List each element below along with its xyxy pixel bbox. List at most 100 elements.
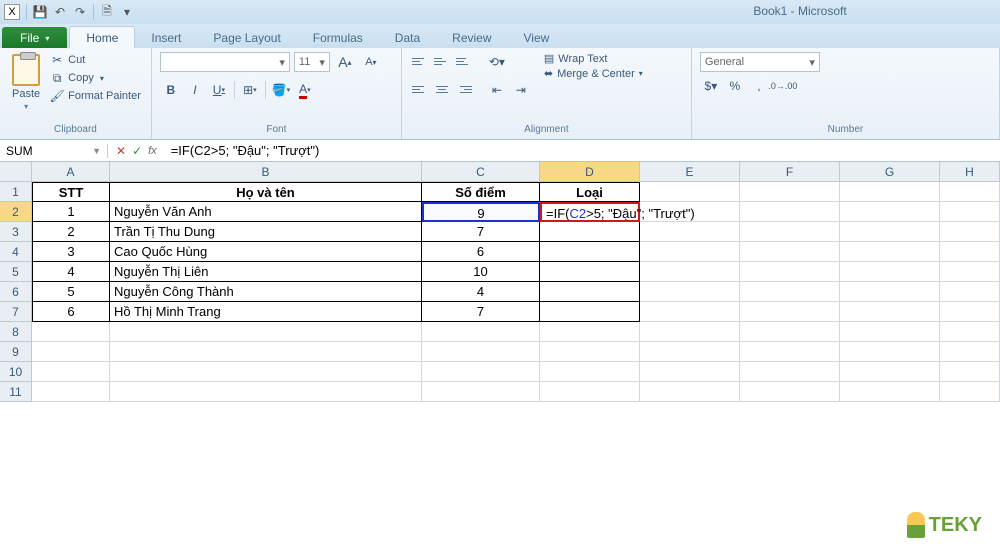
cell[interactable] <box>840 242 940 262</box>
bold-button[interactable]: B <box>160 80 182 100</box>
qat-dropdown-icon[interactable]: ▾ <box>118 3 136 21</box>
cell[interactable] <box>940 362 1000 382</box>
cell[interactable]: 6 <box>32 302 110 322</box>
cell[interactable] <box>840 182 940 202</box>
align-bottom-icon[interactable] <box>454 52 474 70</box>
percent-format-icon[interactable]: % <box>724 76 746 96</box>
cell[interactable]: 4 <box>32 262 110 282</box>
row-header[interactable]: 3 <box>0 222 32 242</box>
cell[interactable] <box>540 302 640 322</box>
cell[interactable] <box>640 362 740 382</box>
decrease-indent-icon[interactable]: ⇤ <box>486 80 508 100</box>
col-header[interactable]: E <box>640 162 740 182</box>
enter-formula-icon[interactable]: ✓ <box>132 144 142 158</box>
align-center-icon[interactable] <box>432 80 452 98</box>
row-header[interactable]: 7 <box>0 302 32 322</box>
save-icon[interactable]: 💾 <box>31 3 49 21</box>
cell[interactable] <box>940 242 1000 262</box>
cell[interactable] <box>640 282 740 302</box>
cell[interactable] <box>840 262 940 282</box>
cell[interactable] <box>940 202 1000 222</box>
row-header[interactable]: 8 <box>0 322 32 342</box>
align-middle-icon[interactable] <box>432 52 452 70</box>
row-header[interactable]: 2 <box>0 202 32 222</box>
number-format-combo[interactable]: General▾ <box>700 52 820 72</box>
cell[interactable] <box>640 382 740 402</box>
cut-button[interactable]: ✂Cut <box>48 52 143 68</box>
name-box[interactable]: ▼ <box>0 144 108 158</box>
cell-referenced[interactable]: 9 <box>422 202 540 222</box>
cell[interactable] <box>422 322 540 342</box>
cell[interactable]: Loại <box>540 182 640 202</box>
cell[interactable]: 6 <box>422 242 540 262</box>
cell[interactable] <box>740 222 840 242</box>
accounting-format-icon[interactable]: $▾ <box>700 76 722 96</box>
format-painter-button[interactable]: 🖌Format Painter <box>48 88 143 104</box>
cell[interactable] <box>740 382 840 402</box>
cell[interactable]: 4 <box>422 282 540 302</box>
cell[interactable] <box>840 302 940 322</box>
cell[interactable] <box>32 322 110 342</box>
cell[interactable]: 2 <box>32 222 110 242</box>
tab-insert[interactable]: Insert <box>135 27 197 48</box>
cell[interactable] <box>640 342 740 362</box>
cell[interactable] <box>840 222 940 242</box>
border-button[interactable]: ⊞▾ <box>239 80 261 100</box>
cell[interactable] <box>640 182 740 202</box>
cell[interactable] <box>940 262 1000 282</box>
tab-formulas[interactable]: Formulas <box>297 27 379 48</box>
undo-icon[interactable]: ↶ <box>51 3 69 21</box>
comma-format-icon[interactable]: , <box>748 76 770 96</box>
cell[interactable] <box>940 382 1000 402</box>
copy-button[interactable]: ⧉Copy▾ <box>48 70 143 86</box>
formula-input[interactable]: =IF(C2>5; "Đậu"; "Trượt") <box>165 143 1000 158</box>
cell[interactable] <box>940 222 1000 242</box>
cell[interactable] <box>940 302 1000 322</box>
cell[interactable] <box>540 342 640 362</box>
tab-data[interactable]: Data <box>379 27 436 48</box>
cell[interactable] <box>540 382 640 402</box>
cell[interactable] <box>740 342 840 362</box>
row-header[interactable]: 10 <box>0 362 32 382</box>
cell[interactable] <box>422 362 540 382</box>
cell[interactable] <box>640 322 740 342</box>
cell[interactable] <box>740 242 840 262</box>
paste-button[interactable]: Paste ▾ <box>8 52 44 124</box>
cell[interactable] <box>540 242 640 262</box>
cell[interactable] <box>110 342 422 362</box>
cell[interactable] <box>540 362 640 382</box>
col-header[interactable]: D <box>540 162 640 182</box>
cell[interactable] <box>840 342 940 362</box>
cell[interactable]: Cao Quốc Hùng <box>110 242 422 262</box>
tab-page-layout[interactable]: Page Layout <box>197 27 296 48</box>
cell[interactable] <box>540 322 640 342</box>
cell[interactable] <box>940 182 1000 202</box>
cell[interactable] <box>740 202 840 222</box>
cell[interactable]: Nguyễn Văn Anh <box>110 202 422 222</box>
fx-icon[interactable]: fx <box>148 145 157 157</box>
select-all-corner[interactable] <box>0 162 32 182</box>
cell[interactable]: 3 <box>32 242 110 262</box>
cell[interactable] <box>422 342 540 362</box>
chevron-down-icon[interactable]: ▼ <box>92 146 101 156</box>
align-left-icon[interactable] <box>410 80 430 98</box>
row-header[interactable]: 9 <box>0 342 32 362</box>
align-top-icon[interactable] <box>410 52 430 70</box>
tab-review[interactable]: Review <box>436 27 507 48</box>
print-preview-icon[interactable]: 🗎 <box>98 3 116 21</box>
cell[interactable]: 7 <box>422 222 540 242</box>
cell[interactable] <box>110 322 422 342</box>
wrap-text-button[interactable]: ▤Wrap Text <box>544 52 643 65</box>
spreadsheet-grid[interactable]: A B C D E F G H 1 2 3 4 5 6 7 8 9 10 11 … <box>0 162 1000 552</box>
cell[interactable]: Họ và tên <box>110 182 422 202</box>
font-name-combo[interactable]: ▾ <box>160 52 290 72</box>
cell[interactable] <box>840 362 940 382</box>
col-header[interactable]: F <box>740 162 840 182</box>
tab-view[interactable]: View <box>508 27 566 48</box>
cell[interactable] <box>32 342 110 362</box>
cell[interactable]: Trần Tị Thu Dung <box>110 222 422 242</box>
increase-indent-icon[interactable]: ⇥ <box>510 80 532 100</box>
cell[interactable] <box>110 362 422 382</box>
cell[interactable] <box>740 362 840 382</box>
cell[interactable]: 1 <box>32 202 110 222</box>
